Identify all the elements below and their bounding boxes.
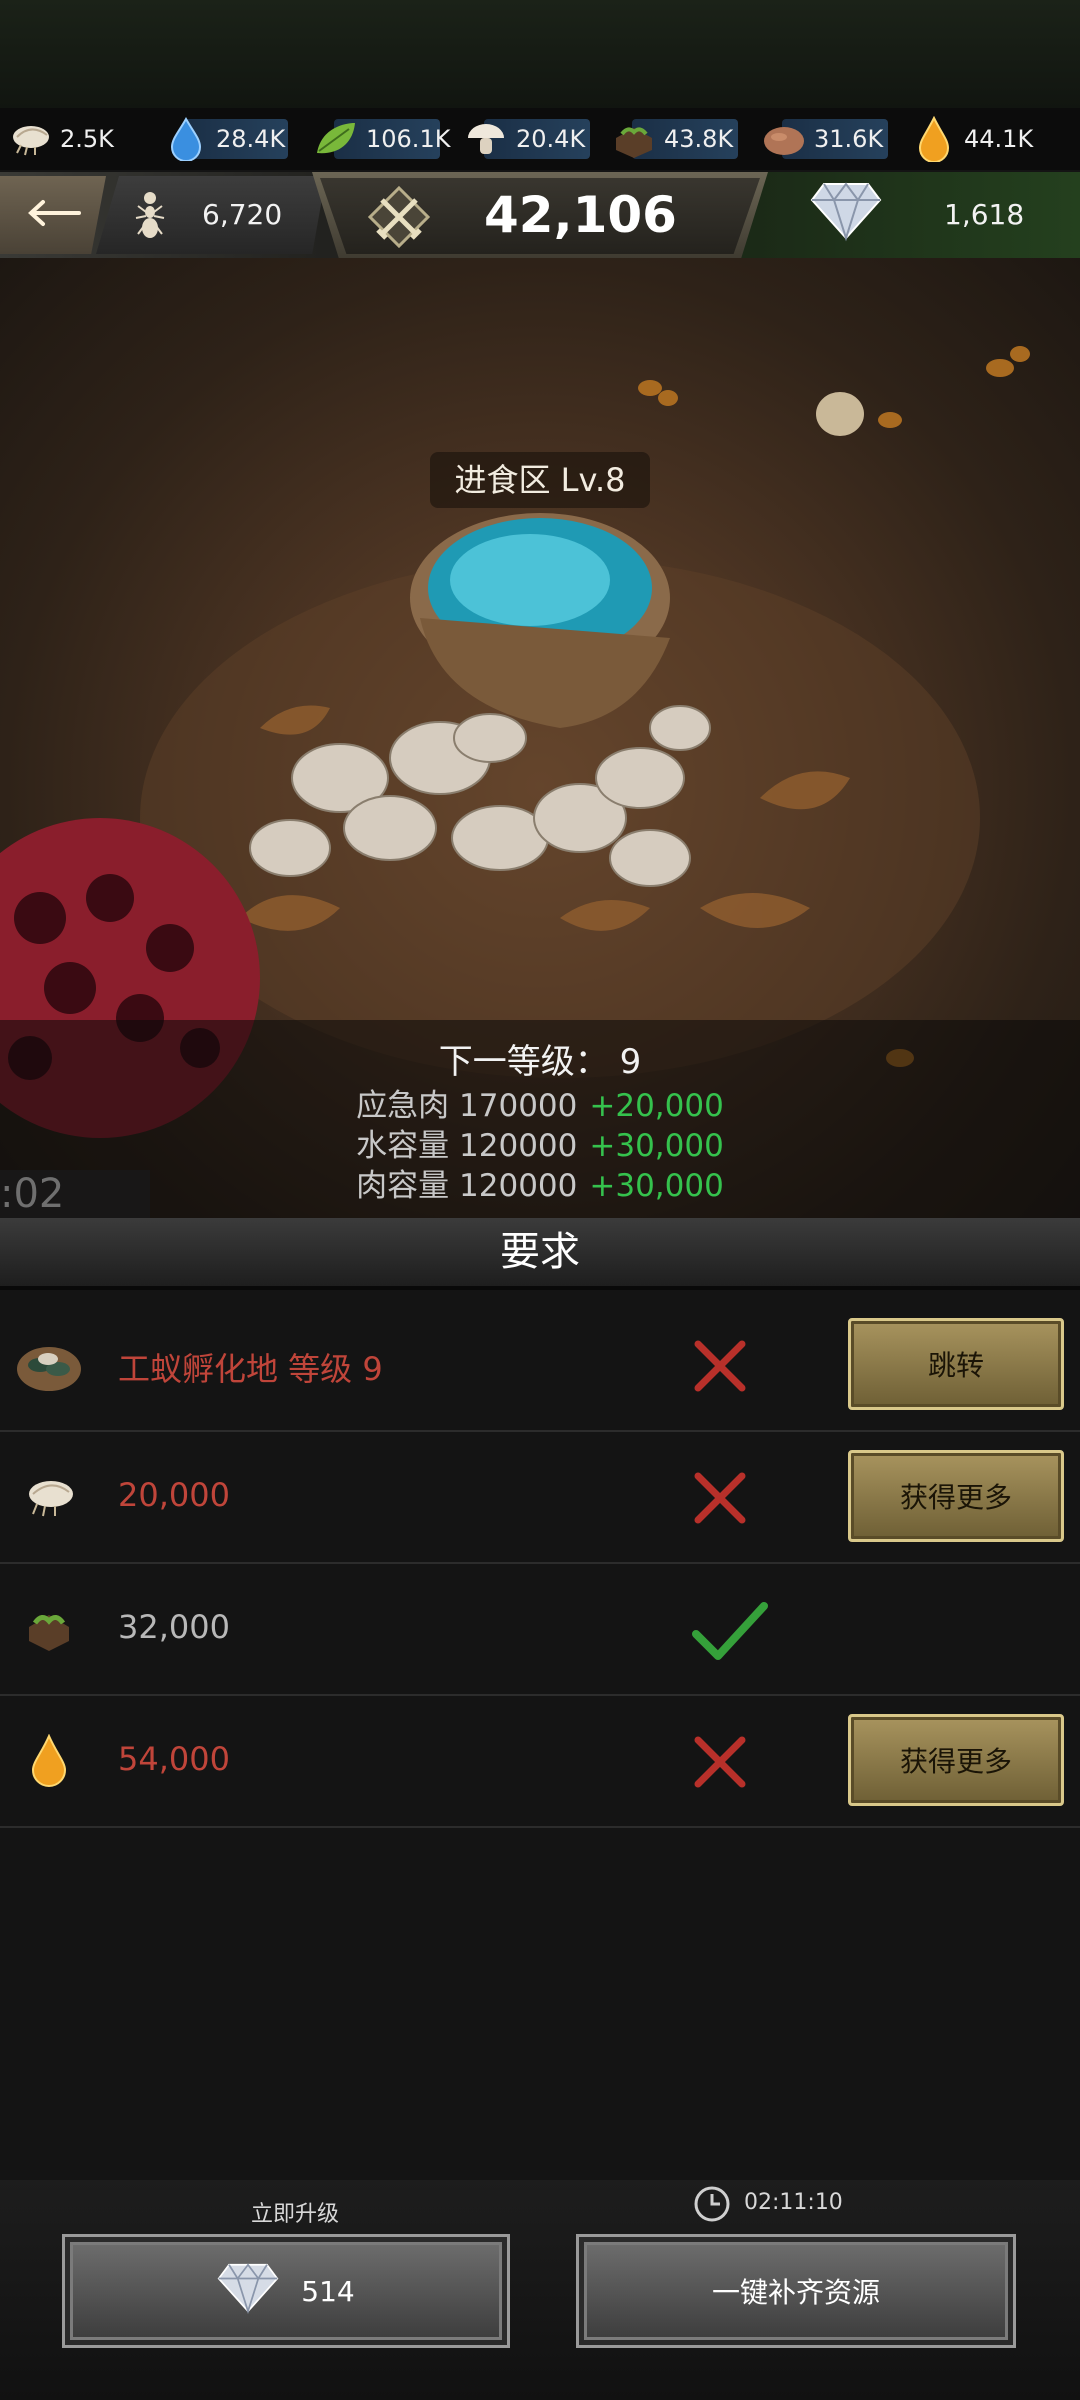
larva-icon (6, 115, 54, 163)
get-more-button[interactable]: 获得更多 (848, 1714, 1064, 1806)
worker-ant-icon (130, 188, 170, 246)
ant-count-value: 6,720 (202, 198, 283, 231)
larva-icon (14, 1462, 84, 1532)
requirement-row: 20,000 获得更多 (0, 1432, 1080, 1564)
soil-icon (14, 1594, 84, 1664)
stat-row: 肉容量 120000 +30,000 (0, 1160, 1080, 1205)
stat-row: 水容量 120000 +30,000 (0, 1120, 1080, 1165)
upgrade-time: 02:11:10 (744, 2190, 843, 2215)
hatchery-icon (14, 1330, 84, 1400)
requirement-row: 54,000 获得更多 (0, 1696, 1080, 1828)
resource-soil[interactable]: 43.8K (610, 108, 760, 170)
resource-value: 31.6K (814, 125, 884, 153)
requirement-text: 54,000 (118, 1740, 230, 1778)
check-icon (690, 1600, 770, 1670)
timer-fragment: :02 (0, 1170, 150, 1218)
power-value: 42,106 (484, 186, 677, 244)
leaf-icon (312, 115, 360, 163)
ant-population[interactable]: 6,720 (96, 176, 326, 254)
stat-bonus: +20,000 (589, 1088, 724, 1124)
crossed-swords-icon (364, 185, 434, 252)
resource-water[interactable]: 28.4K (162, 108, 312, 170)
mushroom-icon (462, 115, 510, 163)
divider (0, 1286, 1080, 1290)
back-button[interactable] (0, 176, 106, 254)
resource-value: 44.1K (964, 125, 1034, 153)
requirement-row: 32,000 (0, 1564, 1080, 1696)
water-drop-icon (162, 115, 210, 163)
power-display: 42,106 (320, 178, 760, 254)
stat-bonus: +30,000 (589, 1128, 724, 1164)
honeydew-icon (910, 115, 958, 163)
resource-leaf[interactable]: 106.1K (312, 108, 462, 170)
resource-value: 106.1K (366, 125, 451, 153)
resource-value: 20.4K (516, 125, 586, 153)
stat-row: 应急肉 170000 +20,000 (0, 1080, 1080, 1125)
arrow-left-icon (25, 198, 81, 232)
requirements-list: 工蚁孵化地 等级 9 跳转 20,000 获得更多 32,000 54,000 (0, 1300, 1080, 1828)
get-more-button[interactable]: 获得更多 (848, 1450, 1064, 1542)
clock-icon (692, 2184, 732, 2228)
instant-upgrade-cost: 514 (301, 2274, 355, 2308)
resource-value: 28.4K (216, 125, 286, 153)
requirement-text: 32,000 (118, 1608, 230, 1646)
resource-value: 43.8K (664, 125, 734, 153)
resource-bar: 2.5K 28.4K 106.1K 20.4K 43.8K 31.6K 44.1… (0, 108, 1080, 170)
instant-upgrade-button[interactable]: 514 (62, 2234, 510, 2348)
building-name-label: 进食区 Lv.8 (430, 452, 650, 508)
resource-sand[interactable]: 31.6K (760, 108, 910, 170)
stat-bonus: +30,000 (589, 1168, 724, 1204)
resource-value: 2.5K (60, 125, 114, 153)
resource-mushroom[interactable]: 20.4K (462, 108, 610, 170)
header-bar: 6,720 42,106 1,618 (0, 172, 1080, 260)
resource-honeydew[interactable]: 44.1K (910, 108, 1060, 170)
stat-label: 肉容量 120000 (356, 1168, 578, 1204)
instant-upgrade-label: 立即升级 (250, 2202, 339, 2227)
cross-icon (690, 1336, 750, 1400)
requirements-title: 要求 (0, 1218, 1080, 1286)
top-scenery-strip (0, 0, 1080, 108)
stat-label: 水容量 120000 (356, 1128, 578, 1164)
cross-icon (690, 1468, 750, 1532)
requirement-text: 工蚁孵化地 等级 9 (118, 1350, 383, 1388)
diamond-icon[interactable] (810, 180, 882, 246)
resource-larva[interactable]: 2.5K (0, 108, 162, 170)
stat-label: 应急肉 170000 (356, 1088, 578, 1124)
cross-icon (690, 1732, 750, 1796)
requirement-row: 工蚁孵化地 等级 9 跳转 (0, 1300, 1080, 1432)
refill-resources-button[interactable]: 一键补齐资源 (576, 2234, 1016, 2348)
requirement-text: 20,000 (118, 1476, 230, 1514)
soil-icon (610, 115, 658, 163)
sand-icon (760, 115, 808, 163)
diamond-icon (217, 2261, 279, 2322)
building-scene: 进食区 Lv.8 下一等级： 9 应急肉 170000 +20,000 水容量 1… (0, 258, 1080, 1218)
honeydew-icon (14, 1726, 84, 1796)
diamond-count: 1,618 (944, 198, 1025, 231)
goto-button[interactable]: 跳转 (848, 1318, 1064, 1410)
next-level-label: 下一等级： 9 (438, 1042, 642, 1082)
